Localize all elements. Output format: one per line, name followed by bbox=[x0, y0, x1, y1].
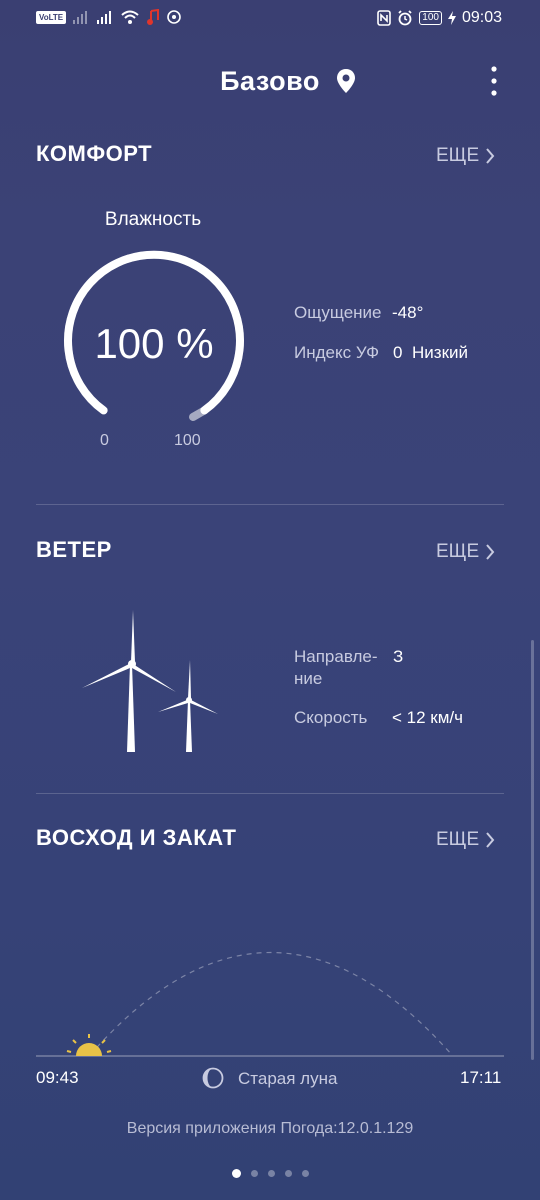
wind-speed-value: < 12 км/ч bbox=[392, 708, 463, 727]
wind-turbine-icon bbox=[82, 610, 218, 752]
gauge-end-cap bbox=[189, 406, 209, 421]
volte-badge: VoLTE bbox=[36, 10, 67, 24]
comfort-more-label: ЕЩЕ bbox=[436, 145, 480, 166]
sun-more-label: ЕЩЕ bbox=[436, 829, 480, 850]
wifi-icon bbox=[121, 10, 139, 24]
page-dot[interactable] bbox=[301, 1170, 309, 1177]
more-vertical-icon[interactable] bbox=[484, 64, 504, 98]
wind-more-label: ЕЩЕ bbox=[436, 541, 480, 562]
scrollbar[interactable] bbox=[531, 640, 534, 1060]
feels-like-value: -48° bbox=[392, 303, 424, 322]
chevron-right-icon bbox=[486, 544, 495, 560]
humidity-value: 100 % bbox=[94, 320, 214, 367]
charging-icon bbox=[447, 11, 456, 25]
city-name[interactable]: Базово bbox=[0, 66, 540, 97]
chevron-right-icon bbox=[486, 832, 495, 848]
sunset-time: 17:11 bbox=[460, 1068, 502, 1087]
humidity-label: Влажность bbox=[104, 209, 202, 230]
page-indicator[interactable] bbox=[0, 1169, 540, 1178]
status-bar: VoLTE 100 09:03 bbox=[0, 0, 540, 40]
sun-more-button[interactable]: ЕЩЕ bbox=[436, 829, 495, 851]
sunrise-time: 09:43 bbox=[36, 1068, 79, 1087]
sun-path-arc bbox=[36, 952, 504, 1057]
sun-title: ВОСХОД И ЗАКАТ bbox=[36, 825, 237, 850]
uv-index-label: Индекс УФ bbox=[294, 343, 379, 362]
page-dot[interactable] bbox=[284, 1170, 292, 1177]
location-pin-icon[interactable] bbox=[336, 68, 356, 94]
wind-direction-label-line2: ние bbox=[294, 669, 323, 688]
sun-icon bbox=[66, 1034, 112, 1056]
wind-direction-label-line1: Направле- bbox=[294, 647, 378, 666]
gauge-min-label: 0 bbox=[100, 432, 109, 449]
wind-speed-label: Скорость bbox=[294, 708, 368, 727]
battery-icon: 100 bbox=[419, 11, 442, 25]
wind-more-button[interactable]: ЕЩЕ bbox=[436, 541, 495, 563]
nfc-icon bbox=[377, 10, 392, 26]
wind-direction-label: Направле- ние bbox=[294, 646, 378, 690]
music-note-icon bbox=[147, 9, 160, 25]
page-dot[interactable] bbox=[231, 1169, 241, 1178]
gauge-max-label: 100 bbox=[174, 432, 201, 449]
hotspot-icon bbox=[167, 10, 181, 24]
app-version: Версия приложения Погода:12.0.1.129 bbox=[126, 1120, 414, 1137]
alarm-icon bbox=[398, 10, 412, 26]
comfort-more-button[interactable]: ЕЩЕ bbox=[436, 145, 495, 167]
moon-phase-icon bbox=[202, 1067, 224, 1089]
wind-title: ВЕТЕР bbox=[36, 537, 112, 562]
divider bbox=[36, 793, 504, 794]
moon-phase-label: Старая луна bbox=[238, 1069, 338, 1088]
page-dot[interactable] bbox=[267, 1170, 275, 1177]
status-left: VoLTE bbox=[36, 9, 182, 25]
status-time: 09:03 bbox=[461, 9, 502, 26]
signal-icon bbox=[97, 11, 112, 24]
feels-like-label: Ощущение bbox=[294, 303, 382, 322]
header: Базово bbox=[0, 58, 540, 106]
signal-off-icon bbox=[73, 11, 88, 24]
wind-direction-value: З bbox=[393, 647, 404, 666]
divider bbox=[36, 504, 504, 505]
page-dot[interactable] bbox=[250, 1170, 258, 1177]
chevron-right-icon bbox=[486, 148, 495, 164]
status-right: 100 09:03 bbox=[377, 9, 502, 27]
uv-index-value: 0 bbox=[393, 343, 403, 362]
uv-level-value: Низкий bbox=[412, 343, 468, 362]
comfort-title: КОМФОРТ bbox=[36, 141, 153, 166]
